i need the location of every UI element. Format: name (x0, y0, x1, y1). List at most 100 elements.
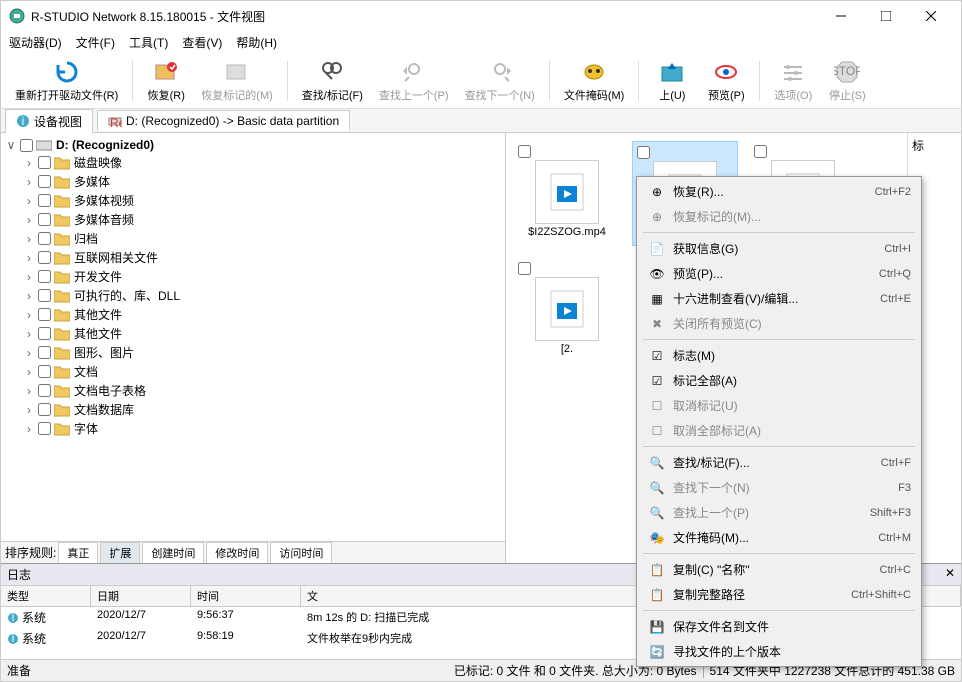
recover-marked-button[interactable]: 恢复标记的(M) (195, 57, 279, 105)
ctx-find-prev[interactable]: 🔍查找上一个(P)Shift+F3 (639, 500, 919, 525)
expander-icon[interactable]: › (23, 308, 35, 322)
expander-icon[interactable]: › (23, 422, 35, 436)
tree-checkbox[interactable] (38, 327, 51, 340)
tree-checkbox[interactable] (38, 213, 51, 226)
expander-icon[interactable]: › (23, 270, 35, 284)
tree-checkbox[interactable] (38, 232, 51, 245)
reopen-drive-button[interactable]: 重新打开驱动文件(R) (9, 57, 124, 105)
tree-root[interactable]: ∨ D: (Recognized0) (5, 137, 501, 153)
tree-checkbox[interactable] (38, 251, 51, 264)
tree-checkbox[interactable] (38, 156, 51, 169)
sort-ext[interactable]: 扩展 (100, 542, 140, 564)
menu-help[interactable]: 帮助(H) (236, 34, 277, 51)
tree-item[interactable]: ›多媒体音频 (23, 210, 501, 229)
ctx-find-version[interactable]: 🔄寻找文件的上个版本 (639, 639, 919, 664)
file-checkbox[interactable] (637, 146, 650, 159)
ctx-file-mask[interactable]: 🎭文件掩码(M)...Ctrl+M (639, 525, 919, 550)
tree-item[interactable]: ›多媒体视频 (23, 191, 501, 210)
folder-tree[interactable]: ∨ D: (Recognized0) ›磁盘映像›多媒体›多媒体视频›多媒体音频… (1, 133, 505, 541)
find-next-button[interactable]: 查找下一个(N) (459, 57, 541, 105)
tree-item[interactable]: ›字体 (23, 419, 501, 438)
ctx-recover-marked[interactable]: ⊕恢复标记的(M)... (639, 204, 919, 229)
ctx-get-info[interactable]: 📄获取信息(G)Ctrl+I (639, 236, 919, 261)
ctx-copy-name[interactable]: 📋复制(C) "名称"Ctrl+C (639, 557, 919, 582)
menu-view[interactable]: 查看(V) (182, 34, 222, 51)
log-close-button[interactable]: ✕ (945, 566, 955, 583)
tree-item[interactable]: ›文档 (23, 362, 501, 381)
sort-mtime[interactable]: 修改时间 (206, 542, 268, 564)
tree-item[interactable]: ›归档 (23, 229, 501, 248)
ctx-save-names[interactable]: 💾保存文件名到文件 (639, 614, 919, 639)
ctx-unmark[interactable]: ☐取消标记(U) (639, 393, 919, 418)
expander-icon[interactable]: › (23, 384, 35, 398)
col-type[interactable]: 类型 (1, 586, 91, 606)
tree-item[interactable]: ›其他文件 (23, 305, 501, 324)
tree-checkbox[interactable] (38, 346, 51, 359)
file-mask-button[interactable]: 文件掩码(M) (558, 57, 631, 105)
tree-checkbox[interactable] (38, 308, 51, 321)
expander-icon[interactable]: › (23, 232, 35, 246)
expander-icon[interactable]: › (23, 194, 35, 208)
stop-button[interactable]: STOP停止(S) (822, 57, 872, 105)
file-checkbox[interactable] (518, 262, 531, 275)
menu-drive[interactable]: 驱动器(D) (9, 34, 62, 51)
up-button[interactable]: 上(U) (647, 57, 697, 105)
options-button[interactable]: 选项(O) (768, 57, 818, 105)
expander-icon[interactable]: › (23, 289, 35, 303)
file-item[interactable]: $I2ZSZOG.mp4 (514, 141, 620, 246)
expander-icon[interactable]: › (23, 346, 35, 360)
file-item[interactable]: [2. (514, 258, 620, 363)
sort-real[interactable]: 真正 (58, 542, 98, 564)
tree-item[interactable]: ›其他文件 (23, 324, 501, 343)
tree-item[interactable]: ›可执行的、库、DLL (23, 286, 501, 305)
ctx-find-next[interactable]: 🔍查找下一个(N)F3 (639, 475, 919, 500)
expander-icon[interactable]: › (23, 365, 35, 379)
tree-checkbox[interactable] (38, 194, 51, 207)
tree-item[interactable]: ›图形、图片 (23, 343, 501, 362)
file-checkbox[interactable] (518, 145, 531, 158)
expander-icon[interactable]: › (23, 403, 35, 417)
find-prev-button[interactable]: 查找上一个(P) (373, 57, 455, 105)
ctx-recover[interactable]: ⊕恢复(R)...Ctrl+F2 (639, 179, 919, 204)
expander-icon[interactable]: ∨ (5, 138, 17, 152)
tab-path[interactable]: Rec D: (Recognized0) -> Basic data parti… (97, 110, 350, 131)
preview-button[interactable]: 预览(P) (701, 57, 751, 105)
tree-item[interactable]: ›文档电子表格 (23, 381, 501, 400)
tree-checkbox[interactable] (38, 403, 51, 416)
ctx-mark[interactable]: ☑标志(M) (639, 343, 919, 368)
close-button[interactable] (908, 1, 953, 31)
tree-checkbox[interactable] (38, 384, 51, 397)
tree-checkbox[interactable] (38, 270, 51, 283)
menu-tool[interactable]: 工具(T) (129, 34, 168, 51)
expander-icon[interactable]: › (23, 251, 35, 265)
tree-checkbox[interactable] (38, 289, 51, 302)
expander-icon[interactable]: › (23, 327, 35, 341)
expander-icon[interactable]: › (23, 156, 35, 170)
tab-device-view[interactable]: i 设备视图 (5, 109, 93, 133)
maximize-button[interactable] (863, 1, 908, 31)
tree-item[interactable]: ›多媒体 (23, 172, 501, 191)
file-checkbox[interactable] (754, 145, 767, 158)
col-date[interactable]: 日期 (91, 586, 191, 606)
tree-checkbox[interactable] (38, 175, 51, 188)
ctx-preview[interactable]: 👁预览(P)...Ctrl+Q (639, 261, 919, 286)
ctx-mark-all[interactable]: ☑标记全部(A) (639, 368, 919, 393)
ctx-copy-path[interactable]: 📋复制完整路径Ctrl+Shift+C (639, 582, 919, 607)
tree-checkbox[interactable] (38, 365, 51, 378)
col-time[interactable]: 时间 (191, 586, 301, 606)
tree-item[interactable]: ›互联网相关文件 (23, 248, 501, 267)
ctx-hex[interactable]: ▦十六进制查看(V)/编辑...Ctrl+E (639, 286, 919, 311)
tree-checkbox[interactable] (38, 422, 51, 435)
ctx-unmark-all[interactable]: ☐取消全部标记(A) (639, 418, 919, 443)
minimize-button[interactable] (818, 1, 863, 31)
ctx-find[interactable]: 🔍查找/标记(F)...Ctrl+F (639, 450, 919, 475)
menu-file[interactable]: 文件(F) (76, 34, 115, 51)
tree-item[interactable]: ›磁盘映像 (23, 153, 501, 172)
expander-icon[interactable]: › (23, 213, 35, 227)
recover-button[interactable]: 恢复(R) (141, 57, 191, 105)
sort-atime[interactable]: 访问时间 (270, 542, 332, 564)
tree-item[interactable]: ›开发文件 (23, 267, 501, 286)
expander-icon[interactable]: › (23, 175, 35, 189)
tree-item[interactable]: ›文档数据库 (23, 400, 501, 419)
tree-checkbox[interactable] (20, 139, 33, 152)
